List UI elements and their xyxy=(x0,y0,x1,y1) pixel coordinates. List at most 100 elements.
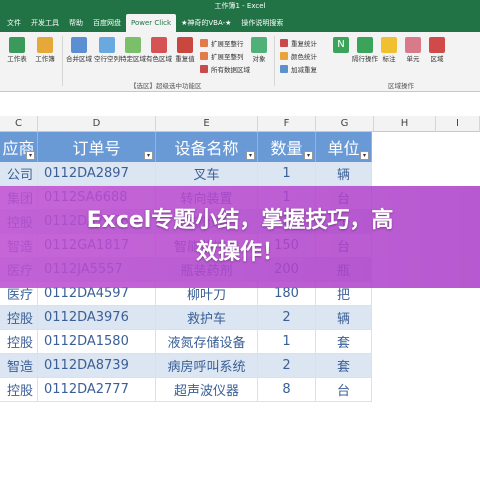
supplier-cell[interactable]: 公司 xyxy=(0,162,38,186)
order-no-cell[interactable]: 0112DA2777 xyxy=(38,378,156,402)
table-header-device[interactable]: 设备名称 ▾ xyxy=(156,132,258,162)
dup-count-button[interactable]: 重复统计 xyxy=(280,38,317,48)
duplicate-icon xyxy=(177,37,193,53)
table-header-order-no[interactable]: 订单号 ▾ xyxy=(38,132,156,162)
supplier-cell[interactable]: 控股 xyxy=(0,330,38,354)
device-cell[interactable]: 病房呼叫系统 xyxy=(156,354,258,378)
add-remove-dup-label: 加减重复 xyxy=(291,66,317,74)
filter-dropdown-icon[interactable]: ▾ xyxy=(304,151,313,160)
device-cell[interactable]: 救护车 xyxy=(156,306,258,330)
device-cell[interactable]: 超声波仪器 xyxy=(156,378,258,402)
banner-line-1: Excel专题小结，掌握技巧，高 xyxy=(86,208,394,233)
qty-cell[interactable]: 2 xyxy=(258,354,316,378)
merge-icon xyxy=(71,37,87,53)
alternate-rows-label: 隔行操作 xyxy=(352,55,378,63)
order-no-cell[interactable]: 0112DA3976 xyxy=(38,306,156,330)
unit-cell[interactable]: 辆 xyxy=(316,162,372,186)
filter-dropdown-icon[interactable]: ▾ xyxy=(360,151,369,160)
filter-dropdown-icon[interactable]: ▾ xyxy=(26,151,35,160)
colored-area-button[interactable]: 有色区域 xyxy=(146,37,172,63)
header-label: 订单号 xyxy=(72,139,121,158)
extend-row-label: 扩展至整行 xyxy=(211,40,244,48)
dup-count-label: 重复统计 xyxy=(291,40,317,48)
ribbon: 工作表 工作簿 合并区域 空行空列 特定区域 有色区域 重复值 扩展至整行 扩展… xyxy=(0,32,480,92)
workbook-button[interactable]: 工作簿 xyxy=(34,37,56,63)
mark-button[interactable]: 标注 xyxy=(378,37,400,63)
color-count-button[interactable]: 颜色统计 xyxy=(280,51,317,61)
header-label: 单位 xyxy=(327,139,360,158)
tab-baidu[interactable]: 百度网盘 xyxy=(88,14,126,32)
area-icon xyxy=(429,37,445,53)
device-cell[interactable]: 液氮存储设备 xyxy=(156,330,258,354)
qty-cell[interactable]: 1 xyxy=(258,162,316,186)
filter-dropdown-icon[interactable]: ▾ xyxy=(246,151,255,160)
color-count-icon xyxy=(280,52,288,60)
column-header-g[interactable]: G xyxy=(316,116,374,132)
tab-file[interactable]: 文件 xyxy=(2,14,26,32)
star-icon xyxy=(381,37,397,53)
column-header-h[interactable]: H xyxy=(374,116,436,132)
device-cell[interactable]: 叉车 xyxy=(156,162,258,186)
table-header-supplier[interactable]: 应商 ▾ xyxy=(0,132,38,162)
tab-help[interactable]: 帮助 xyxy=(64,14,88,32)
all-data-button[interactable]: 所有数据区域 xyxy=(200,64,250,74)
object-label: 对象 xyxy=(252,55,266,63)
column-header-d[interactable]: D xyxy=(38,116,156,132)
all-data-label: 所有数据区域 xyxy=(211,66,250,74)
tab-vba[interactable]: ★神奇的VBA-★ xyxy=(176,14,236,32)
cell-button[interactable]: 单元 xyxy=(402,37,424,63)
qty-cell[interactable]: 2 xyxy=(258,306,316,330)
tab-power-click[interactable]: Power Click xyxy=(126,14,177,32)
all-data-icon xyxy=(200,65,208,73)
merge-area-button[interactable]: 合并区域 xyxy=(66,37,92,63)
extend-col-icon xyxy=(200,52,208,60)
order-no-cell[interactable]: 0112DA1580 xyxy=(38,330,156,354)
extend-row-button[interactable]: 扩展至整行 xyxy=(200,38,244,48)
title-bar: 工作簿1 - Excel xyxy=(0,0,480,12)
n-button[interactable]: N xyxy=(330,37,352,55)
column-header-i[interactable]: I xyxy=(436,116,480,132)
cell-label: 单元 xyxy=(406,55,420,63)
tab-search[interactable]: 操作说明搜索 xyxy=(236,14,288,32)
header-label: 设备名称 xyxy=(174,139,239,158)
empty-sheet-area[interactable] xyxy=(0,428,480,480)
unit-cell[interactable]: 台 xyxy=(316,378,372,402)
extend-col-button[interactable]: 扩展至整列 xyxy=(200,51,244,61)
specific-area-button[interactable]: 特定区域 xyxy=(120,37,146,63)
qty-cell[interactable]: 8 xyxy=(258,378,316,402)
order-no-cell[interactable]: 0112DA2897 xyxy=(38,162,156,186)
unit-cell[interactable]: 套 xyxy=(316,330,372,354)
object-icon xyxy=(251,37,267,53)
alternate-rows-button[interactable]: 隔行操作 xyxy=(352,37,378,63)
filter-dropdown-icon[interactable]: ▾ xyxy=(144,151,153,160)
sheet-button[interactable]: 工作表 xyxy=(6,37,28,63)
column-header-f[interactable]: F xyxy=(258,116,316,132)
supplier-cell[interactable]: 控股 xyxy=(0,306,38,330)
cell-icon xyxy=(405,37,421,53)
unit-cell[interactable]: 套 xyxy=(316,354,372,378)
tab-developer[interactable]: 开发工具 xyxy=(26,14,64,32)
order-no-cell[interactable]: 0112DA8739 xyxy=(38,354,156,378)
dup-count-icon xyxy=(280,39,288,47)
separator xyxy=(62,36,63,86)
n-icon: N xyxy=(333,37,349,53)
group-label-select: 【选区】超级选中功能区 xyxy=(130,82,202,90)
unit-cell[interactable]: 辆 xyxy=(316,306,372,330)
table-header-unit[interactable]: 单位 ▾ xyxy=(316,132,372,162)
duplicate-button[interactable]: 重复值 xyxy=(172,37,198,63)
empty-rows-label: 空行空列 xyxy=(94,55,120,63)
extend-row-icon xyxy=(200,39,208,47)
object-button[interactable]: 对象 xyxy=(248,37,270,63)
area-button[interactable]: 区域 xyxy=(426,37,448,63)
plus-icon xyxy=(357,37,373,53)
colored-area-label: 有色区域 xyxy=(146,55,172,63)
table-header-qty[interactable]: 数量 ▾ xyxy=(258,132,316,162)
supplier-cell[interactable]: 控股 xyxy=(0,378,38,402)
add-remove-dup-button[interactable]: 加减重复 xyxy=(280,64,317,74)
supplier-cell[interactable]: 智造 xyxy=(0,354,38,378)
qty-cell[interactable]: 1 xyxy=(258,330,316,354)
column-header-e[interactable]: E xyxy=(156,116,258,132)
sheet-icon xyxy=(9,37,25,53)
empty-rows-button[interactable]: 空行空列 xyxy=(94,37,120,63)
column-header-c[interactable]: C xyxy=(0,116,38,132)
